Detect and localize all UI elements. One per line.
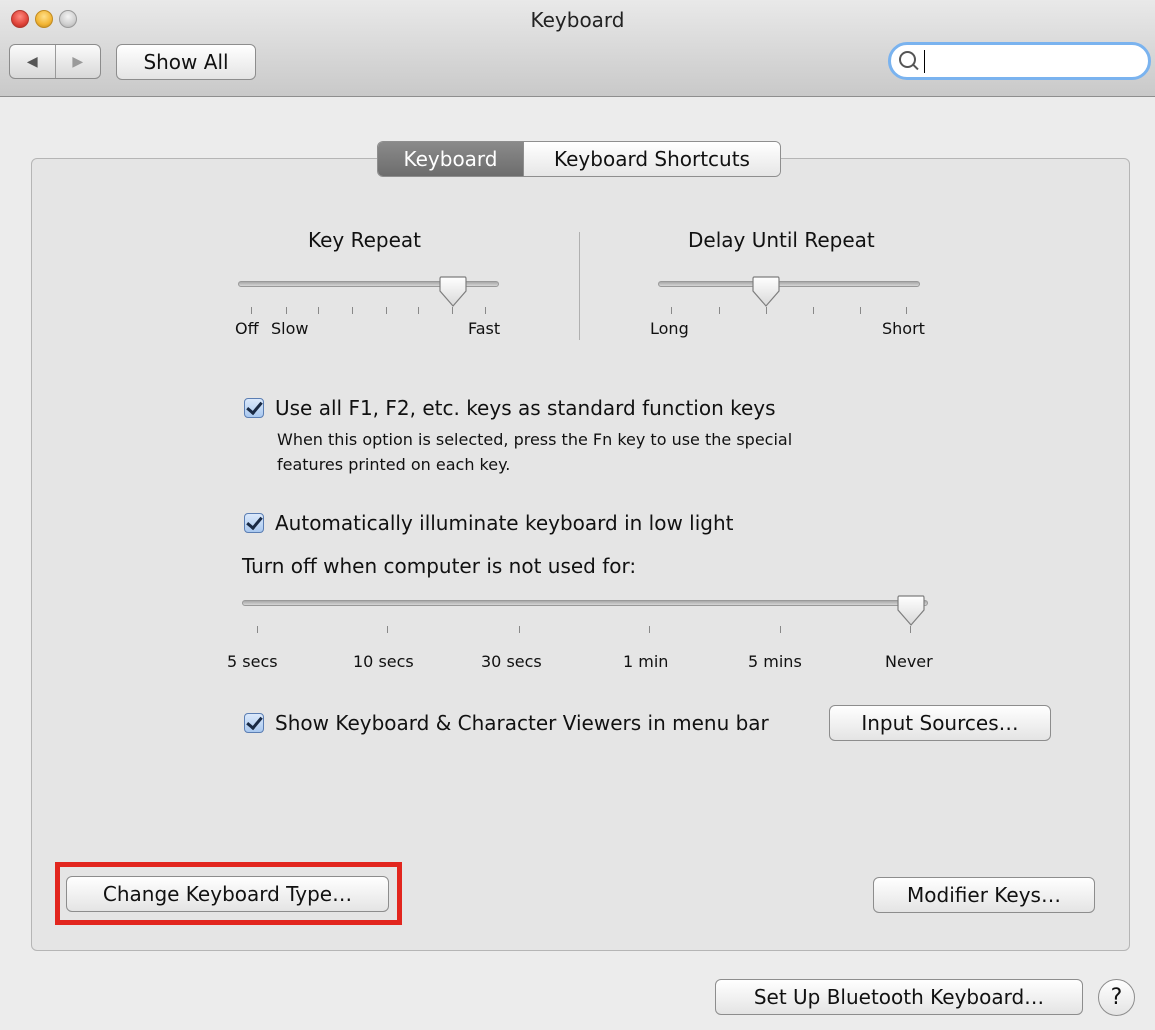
function-keys-description-2: features printed on each key.: [277, 455, 511, 474]
timeout-label-30-secs: 30 secs: [481, 652, 542, 671]
turn-off-label: Turn off when computer is not used for:: [242, 554, 637, 578]
title-bar: Keyboard ◀ ▶ Show All: [0, 0, 1155, 97]
forward-button[interactable]: ▶: [54, 45, 101, 78]
tick: [519, 626, 520, 633]
delay-knob[interactable]: [751, 275, 781, 309]
delay-until-repeat-title: Delay Until Repeat: [688, 228, 875, 252]
input-sources-label: Input Sources…: [861, 711, 1019, 735]
tick: [485, 307, 486, 314]
tick: [649, 626, 650, 633]
tick: [251, 307, 252, 314]
key-repeat-min-label: Off: [235, 319, 259, 338]
show-viewers-label: Show Keyboard & Character Viewers in men…: [275, 711, 769, 735]
tick: [418, 307, 419, 314]
function-keys-description-1: When this option is selected, press the …: [277, 430, 793, 449]
search-input[interactable]: [927, 49, 1131, 75]
timeout-track: [242, 600, 928, 606]
modifier-keys-label: Modifier Keys…: [907, 883, 1061, 907]
illuminate-label: Automatically illuminate keyboard in low…: [275, 511, 734, 535]
annotation-highlight-box: [55, 862, 402, 925]
forward-arrow-icon: ▶: [72, 53, 84, 70]
key-repeat-slow-label: Slow: [271, 319, 309, 338]
timeout-label-never: Never: [885, 652, 933, 671]
window-title: Keyboard: [530, 8, 625, 32]
set-up-bluetooth-keyboard-label: Set Up Bluetooth Keyboard…: [753, 985, 1045, 1009]
timeout-label-10-secs: 10 secs: [353, 652, 414, 671]
search-icon: [899, 51, 916, 68]
delay-max-label: Short: [882, 319, 925, 338]
back-button[interactable]: ◀: [10, 45, 55, 78]
function-keys-label: Use all F1, F2, etc. keys as standard fu…: [275, 396, 776, 420]
timeout-label-1-min: 1 min: [623, 652, 669, 671]
back-arrow-icon: ◀: [26, 53, 38, 70]
delay-min-label: Long: [650, 319, 689, 338]
show-all-label: Show All: [143, 50, 229, 74]
tick: [671, 307, 672, 314]
input-sources-button[interactable]: Input Sources…: [829, 705, 1051, 741]
tab-bar: Keyboard Keyboard Shortcuts: [377, 141, 781, 177]
tick: [780, 626, 781, 633]
illuminate-checkbox[interactable]: [244, 513, 264, 533]
set-up-bluetooth-keyboard-button[interactable]: Set Up Bluetooth Keyboard…: [715, 979, 1083, 1015]
tick: [387, 626, 388, 633]
timeout-knob[interactable]: [896, 594, 926, 628]
back-forward-control: ◀ ▶: [9, 44, 101, 79]
delay-track: [658, 281, 920, 287]
modifier-keys-button[interactable]: Modifier Keys…: [873, 877, 1095, 913]
show-all-button[interactable]: Show All: [116, 44, 256, 80]
tick: [286, 307, 287, 314]
tick: [318, 307, 319, 314]
tab-keyboard-shortcuts[interactable]: Keyboard Shortcuts: [523, 142, 780, 176]
timeout-label-5-mins: 5 mins: [748, 652, 802, 671]
help-question-icon: ?: [1110, 985, 1123, 1010]
search-field[interactable]: [888, 42, 1151, 80]
tick: [257, 626, 258, 633]
tick: [352, 307, 353, 314]
key-repeat-max-label: Fast: [468, 319, 501, 338]
timeout-label-5-secs: 5 secs: [227, 652, 278, 671]
function-keys-checkbox[interactable]: [244, 398, 264, 418]
tick: [860, 307, 861, 314]
show-viewers-checkbox[interactable]: [244, 713, 264, 733]
key-repeat-knob[interactable]: [438, 275, 468, 309]
section-divider: [579, 232, 580, 340]
help-button[interactable]: ?: [1098, 979, 1135, 1016]
tick: [719, 307, 720, 314]
tick: [906, 307, 907, 314]
tick: [813, 307, 814, 314]
text-caret: [924, 50, 925, 73]
key-repeat-title: Key Repeat: [308, 228, 422, 252]
tab-keyboard[interactable]: Keyboard: [378, 142, 523, 176]
tick: [386, 307, 387, 314]
